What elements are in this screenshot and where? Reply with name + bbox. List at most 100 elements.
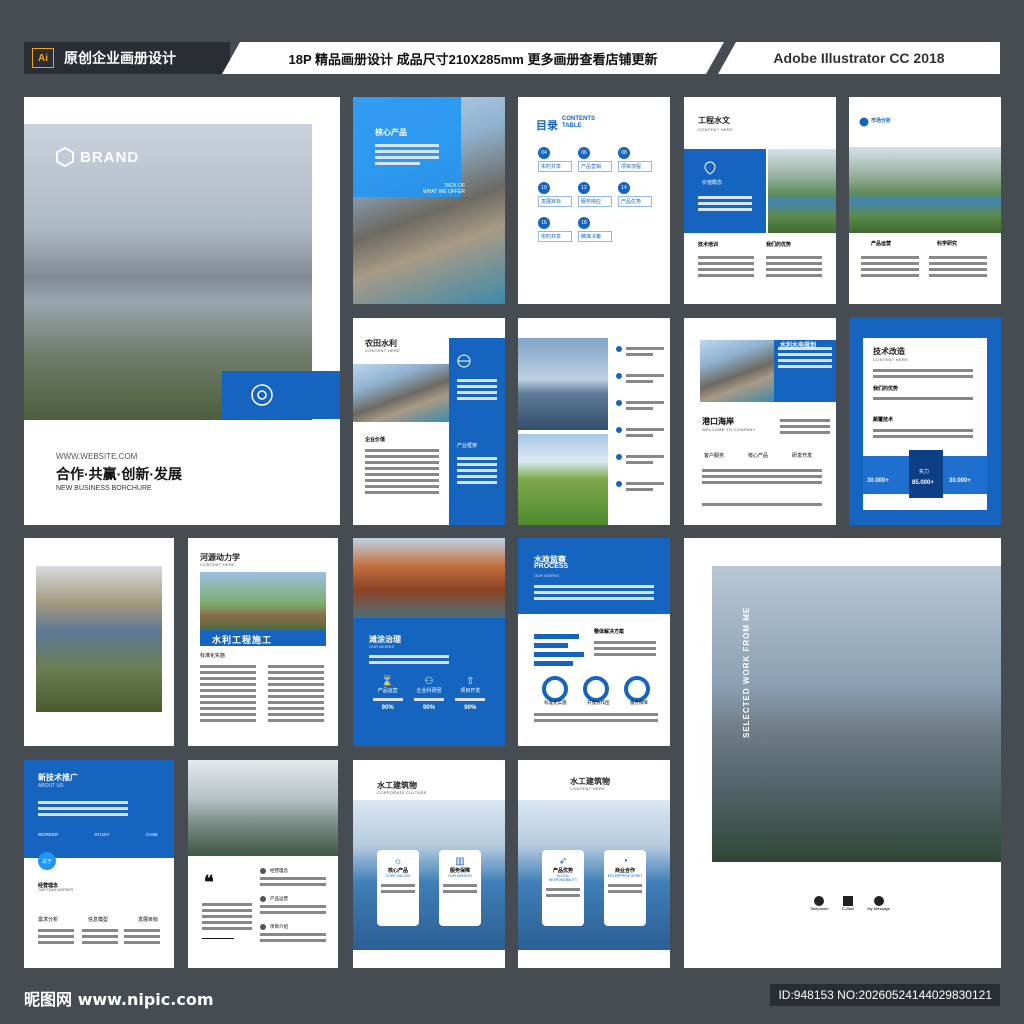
label-research: 科学研究 — [937, 241, 958, 247]
section-subtitle: WELCOME TO COMPANY — [702, 427, 756, 432]
feature-icon — [616, 481, 622, 487]
contents-item-number: 12 — [578, 182, 590, 194]
site-logo[interactable]: 昵图网 www.nipic.com — [24, 986, 214, 1010]
tab-case[interactable]: CASE — [146, 832, 158, 837]
contents-item[interactable]: 16 实时共享 — [538, 217, 578, 242]
page-valley[interactable] — [24, 538, 174, 746]
contents-item[interactable]: 10 发展目标 — [538, 182, 578, 207]
feature-item — [616, 398, 664, 413]
stat-center: 85.000+ — [912, 480, 934, 486]
stat-right: 30.000+ — [949, 478, 971, 484]
sea-bridge-image — [353, 800, 505, 950]
page-subtitle: OUR WORKS — [369, 644, 395, 649]
chart-icon: ▥ — [455, 856, 465, 867]
contents-item[interactable]: 04 实时共享 — [538, 147, 578, 172]
page-subtitle: CONTENT HERE — [200, 562, 236, 567]
hexagon-icon — [56, 147, 74, 167]
contents-item-label: 产品营销 — [578, 161, 612, 172]
contents-item-label: 实时共享 — [538, 161, 572, 172]
card-service[interactable]: ▥ 服务保障 OUR MISSION — [439, 850, 481, 926]
bridge-image — [200, 572, 326, 630]
section-title: 港口海岸 — [702, 417, 734, 426]
page-title: 水利水电规划 — [780, 343, 817, 349]
header-left-title: 原创企业画册设计 — [64, 50, 176, 66]
page-subtitle: CONTENT HERE — [698, 127, 734, 132]
contact-phone[interactable]: Telephone — [810, 896, 828, 911]
canyon-image — [353, 538, 505, 618]
page-hydraulic-culture[interactable]: 水工建筑物 CORPORATE CULTURE ☼ 核心产品 CORE VALU… — [353, 760, 505, 968]
cover-slogan: 合作·共赢·创新·发展 — [56, 466, 182, 482]
page-tech-promotion[interactable]: 新技术推广 ABOUT US WORKER STUDY CASE 关于 经营理念… — [24, 760, 174, 968]
card-advantage[interactable]: ➶ 产品优势 SOCIAL RESPONSIBILITY — [542, 850, 584, 926]
page-subtitle: CORPORATE CULTURE — [377, 790, 427, 795]
header-right-banner: Adobe Illustrator CC 2018 — [718, 42, 1000, 74]
contact-message[interactable]: My Message — [867, 896, 890, 911]
tab-worker[interactable]: WORKER — [38, 832, 58, 837]
feature-list — [616, 344, 664, 506]
contents-item[interactable]: 06 产品营销 — [578, 147, 618, 172]
page-market[interactable]: 市场分析 产品运营 科学研究 — [849, 97, 1001, 304]
page-river-dynamics[interactable]: 河源动力学 CONTENT HERE 水利工程施工 标准化实施 — [188, 538, 338, 746]
page-tidal-flat[interactable]: 滩涂治理 OUR WORKS ⌛ 产品运营 90% ⚇ 企业科研团 90% ⇧ 项目开发 9… — [353, 538, 505, 746]
tab-study[interactable]: STUDY — [94, 832, 109, 837]
card-cooperation[interactable]: ◔ 商业合作 ENTERPRISE SPIRIT — [604, 850, 646, 926]
label-advantage: 我们的优势 — [873, 386, 899, 392]
page-subtitle: ABOUT US — [38, 783, 64, 789]
page-cover[interactable]: BRAND WWW.WEBSITE.COM 合作·共赢·创新·发展 NEW BU… — [24, 97, 340, 525]
contents-item[interactable]: 08 项目流程 — [618, 147, 658, 172]
image-id: ID:948153 NO:20260524144029830121 — [770, 984, 1000, 1006]
page-back-cover[interactable]: SELECTED WORK FROM ME Telephone E-Mail M… — [684, 538, 1001, 968]
header-software-text: Adobe Illustrator CC 2018 — [773, 50, 945, 66]
stat-1: ⌛ 产品运营 90% — [372, 676, 403, 711]
label-training: 技术培训 — [698, 242, 719, 248]
page-bridges[interactable] — [518, 318, 670, 525]
blue-block — [774, 340, 836, 402]
page-core-products[interactable]: 核心产品 TACK OF WHAT WE OFFER — [353, 97, 505, 304]
blue-panel: 价值概念 — [684, 149, 766, 233]
page-process[interactable]: 水政监察 PROCESS OUR WORKS 整体解决方案 标准化实施 开放协作团… — [518, 538, 670, 746]
brand-text: BRAND — [80, 148, 140, 166]
label-value: 企业价值 — [365, 437, 386, 443]
page-title: 技术改造 — [873, 347, 905, 356]
page-tech-upgrade[interactable]: 技术改造 CONTENT HERE 我们的优势 颠覆技术 30.000+ 实力 … — [849, 318, 1001, 525]
dam-image — [700, 340, 774, 402]
bulb-icon: ☼ — [393, 856, 403, 867]
feature-icon — [616, 373, 622, 379]
cover-website[interactable]: WWW.WEBSITE.COM — [56, 452, 137, 461]
label-core: 核心产品 — [748, 453, 769, 459]
contents-item-number: 04 — [538, 147, 550, 159]
feature-item — [616, 371, 664, 386]
label-advantage: 我们的优势 — [766, 242, 792, 248]
river-image — [768, 149, 836, 233]
panel-label: 价值概念 — [702, 180, 723, 186]
card-core[interactable]: ☼ 核心产品 CORE VALUES — [377, 850, 419, 926]
feature-icon — [616, 346, 622, 352]
contact-email[interactable]: E-Mail — [842, 896, 854, 911]
page-subtitle: OUR WORKS — [534, 573, 560, 578]
page-farmland[interactable]: 农田水利 CONTENT HERE 产业框架 企业价值 — [353, 318, 505, 525]
stats-row: ⌛ 产品运营 90% ⚇ 企业科研团 90% ⇧ 项目开发 90% — [367, 676, 491, 711]
donut-3 — [624, 676, 651, 702]
page-title: 核心产品 — [375, 128, 407, 137]
page-contents[interactable]: 目录 CONTENTS TABLE 04 实时共享 06 产品营销 08 项目流程 10 发展… — [518, 97, 670, 304]
contents-item[interactable]: 18 精准决策 — [578, 217, 618, 242]
globe-icon — [859, 117, 869, 127]
divider — [202, 938, 234, 939]
page-hydraulic-structures[interactable]: 水工建筑物 CONTENT HERE ➶ 产品优势 SOCIAL RESPONS… — [518, 760, 670, 968]
donut-labels: 标准化实施 开放协作团 服务保障 — [544, 700, 648, 705]
target-icon — [251, 384, 273, 406]
item-list: 经营理念 产品运营 项目介绍 — [260, 868, 326, 945]
donut-2 — [582, 676, 609, 702]
label-operation: 产品运营 — [871, 241, 892, 247]
tagline-line2: WHAT WE OFFER — [423, 189, 466, 195]
page-hydrology[interactable]: 工程水文 CONTENT HERE 价值概念 技术培训 我们的优势 — [684, 97, 836, 304]
contents-item[interactable]: 14 产品优势 — [618, 182, 658, 207]
trophy-icon: ⌛ — [381, 676, 394, 687]
label-rnd: 研发开发 — [792, 453, 813, 459]
page-hydropower[interactable]: 水利水电规划 港口海岸 WELCOME TO COMPANY 客户服务 核心产品… — [684, 318, 836, 525]
contents-item[interactable]: 12 服务响应 — [578, 182, 618, 207]
cover-blue-block — [222, 371, 340, 419]
page-misty[interactable]: ❝ 经营理念 产品运营 项目介绍 — [188, 760, 338, 968]
brand-logo: BRAND — [56, 147, 139, 167]
feature-item — [616, 425, 664, 440]
